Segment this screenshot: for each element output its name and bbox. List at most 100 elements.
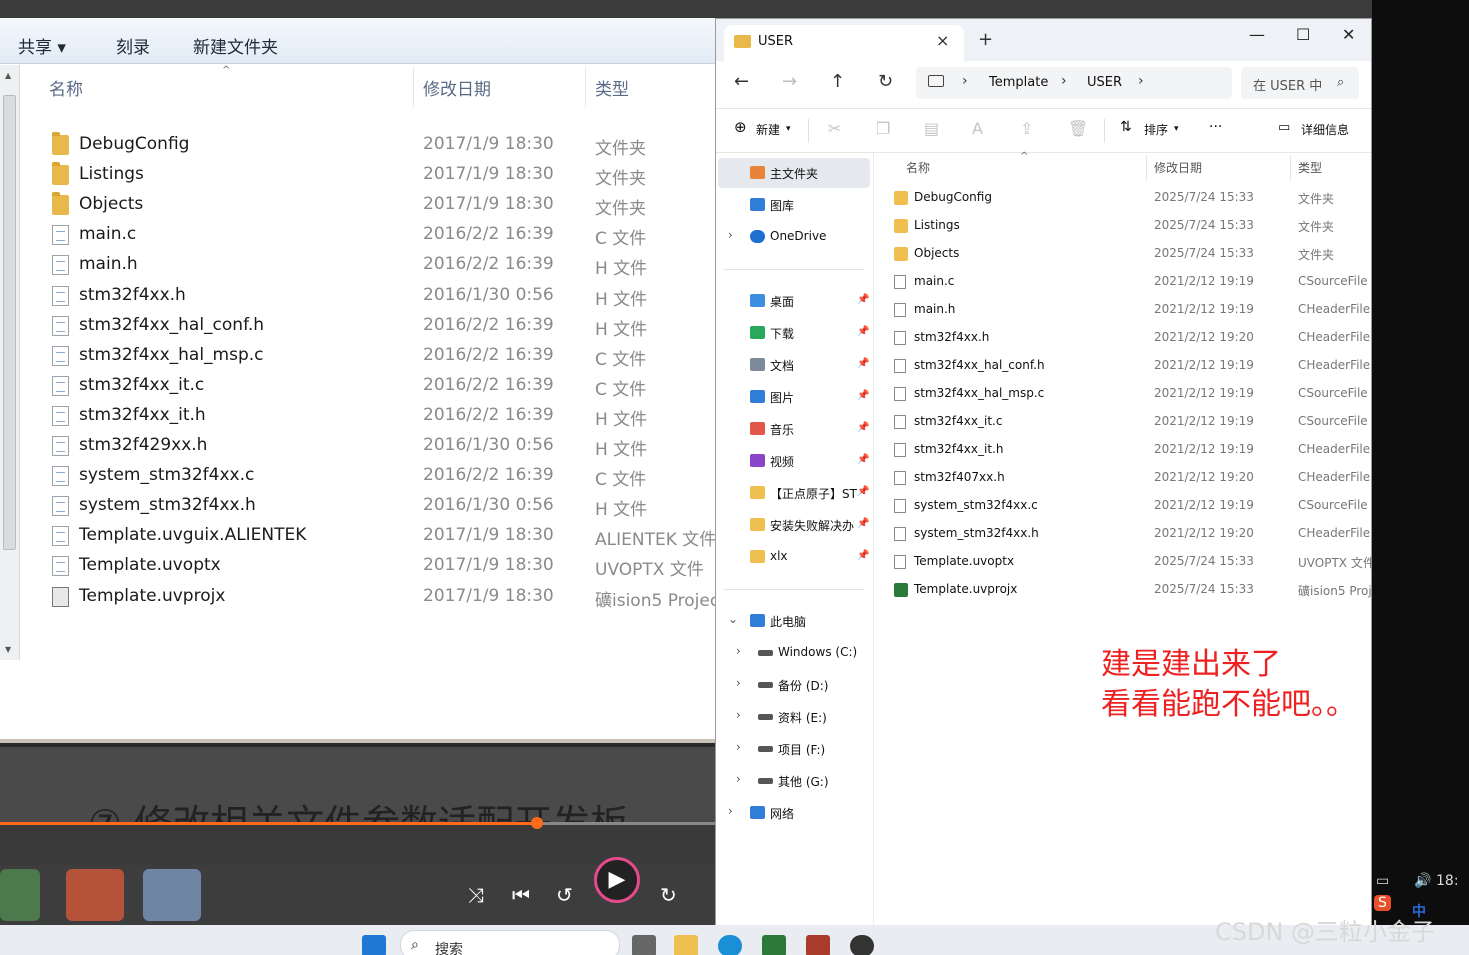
pin-icon[interactable]: 📌 [857, 454, 869, 465]
delete-icon[interactable]: 🗑 [1068, 119, 1088, 138]
drive-item[interactable]: › 其他 (G:) [716, 766, 874, 796]
minimize-icon[interactable]: — [1249, 25, 1265, 44]
quick-access-item[interactable]: 下载 📌 [716, 318, 874, 348]
drive-item[interactable]: › Windows (C:) [716, 638, 874, 668]
quick-access-item[interactable]: 【正点原子】ST 📌 [716, 478, 874, 508]
pin-icon[interactable]: 📌 [857, 486, 869, 497]
col-type[interactable]: 类型 [1298, 159, 1322, 176]
file-row[interactable]: DebugConfig 2025/7/24 15:33 文件夹 [890, 184, 1371, 212]
file-explorer-icon[interactable] [674, 935, 698, 955]
clock[interactable]: 18: [1436, 873, 1459, 889]
file-row[interactable]: stm32f4xx_hal_conf.h 2021/2/12 19:19 CHe… [890, 352, 1371, 380]
drive-item[interactable]: › 资料 (E:) [716, 702, 874, 732]
drive-item[interactable]: › 项目 (F:) [716, 734, 874, 764]
tab-user[interactable]: USER × [724, 25, 964, 61]
volume-icon[interactable]: 🔊 [1414, 873, 1431, 889]
search-box[interactable]: 在 USER 中 ⌕ [1241, 67, 1359, 99]
chevron-down-icon[interactable]: ▾ [1174, 124, 1179, 134]
old-file-row[interactable]: stm32f429xx.h 2016/1/30 0:56 H 文件 [48, 431, 716, 461]
quick-access-item[interactable]: 安装失败解决办 📌 [716, 510, 874, 540]
details-button[interactable]: 详细信息 [1301, 121, 1349, 138]
up-icon[interactable]: ↑ [830, 71, 845, 92]
pin-icon[interactable]: 📌 [857, 518, 869, 529]
pin-icon[interactable]: 📌 [857, 550, 869, 561]
pin-icon[interactable]: 📌 [857, 422, 869, 433]
quick-access-item[interactable]: 音乐 📌 [716, 414, 874, 444]
breadcrumb-template[interactable]: Template [989, 75, 1048, 90]
drive-item[interactable]: › 备份 (D:) [716, 670, 874, 700]
col-date[interactable]: 修改日期 [1154, 159, 1202, 176]
share-icon[interactable]: ⇪ [1020, 119, 1033, 138]
old-file-row[interactable]: Listings 2017/1/9 18:30 文件夹 [48, 160, 716, 190]
maximize-icon[interactable]: ☐ [1296, 25, 1310, 44]
chevron-down-icon[interactable]: ▾ [786, 124, 791, 134]
add-tab-icon[interactable]: + [978, 29, 993, 50]
old-file-row[interactable]: DebugConfig 2017/1/9 18:30 文件夹 [48, 130, 716, 160]
nav-item-home[interactable]: 主文件夹 [716, 158, 874, 188]
nav-item-gallery[interactable]: 图库 [716, 190, 874, 220]
scroll-down-icon[interactable]: ▼ [5, 645, 11, 654]
old-col-type[interactable]: 类型 [595, 75, 629, 100]
old-file-row[interactable]: system_stm32f4xx.h 2016/1/30 0:56 H 文件 [48, 491, 716, 521]
old-file-row[interactable]: system_stm32f4xx.c 2016/2/2 16:39 C 文件 [48, 461, 716, 491]
monitor-icon[interactable]: ▭ [1376, 873, 1389, 889]
quick-access-item[interactable]: 视频 📌 [716, 446, 874, 476]
old-col-name[interactable]: 名称 [49, 75, 83, 100]
progress-knob[interactable] [531, 817, 543, 829]
explorer-icon[interactable] [143, 869, 201, 921]
old-file-row[interactable]: Template.uvguix.ALIENTEK 2017/1/9 18:30 … [48, 521, 716, 551]
old-file-row[interactable]: Objects 2017/1/9 18:30 文件夹 [48, 190, 716, 220]
shuffle-icon[interactable]: ⤨ [468, 883, 484, 907]
file-row[interactable]: stm32f4xx_it.h 2021/2/12 19:19 CHeaderFi… [890, 436, 1371, 464]
sort-button[interactable]: 排序 [1144, 121, 1168, 138]
more-button[interactable]: ··· [1209, 119, 1222, 135]
paste-icon[interactable]: ▤ [924, 119, 939, 138]
edge-icon[interactable] [718, 935, 742, 955]
cut-icon[interactable]: ✂ [828, 119, 841, 138]
pin-icon[interactable]: 📌 [857, 358, 869, 369]
old-file-row[interactable]: Template.uvprojx 2017/1/9 18:30 礦ision5 … [48, 582, 716, 612]
keil-icon[interactable] [762, 935, 786, 955]
sogou-icon[interactable]: S [1374, 895, 1391, 911]
quick-access-item[interactable]: 图片 📌 [716, 382, 874, 412]
nav-item-network[interactable]: › 网络 [716, 798, 874, 828]
old-col-date[interactable]: 修改日期 [423, 75, 491, 100]
start-icon[interactable] [362, 935, 386, 955]
old-file-row[interactable]: main.c 2016/2/2 16:39 C 文件 [48, 220, 716, 250]
pin-icon[interactable]: 📌 [857, 294, 869, 305]
forward-30-icon[interactable]: ↻ [660, 883, 677, 907]
col-name[interactable]: 名称 [906, 159, 930, 176]
file-row[interactable]: stm32f4xx_hal_msp.c 2021/2/12 19:19 CSou… [890, 380, 1371, 408]
close-tab-icon[interactable]: × [936, 31, 949, 50]
file-row[interactable]: system_stm32f4xx.c 2021/2/12 19:19 CSour… [890, 492, 1371, 520]
share-button[interactable]: 共享 ▾ [18, 33, 66, 58]
file-row[interactable]: stm32f4xx.h 2021/2/12 19:20 CHeaderFile [890, 324, 1371, 352]
old-file-row[interactable]: stm32f4xx_hal_msp.c 2016/2/2 16:39 C 文件 [48, 341, 716, 371]
chevron-right-icon[interactable]: › [736, 740, 741, 754]
quick-access-item[interactable]: 文档 📌 [716, 350, 874, 380]
old-file-row[interactable]: stm32f4xx.h 2016/1/30 0:56 H 文件 [48, 281, 716, 311]
new-folder-button[interactable]: 新建文件夹 [193, 33, 278, 58]
chevron-right-icon[interactable]: › [736, 644, 741, 658]
file-row[interactable]: Objects 2025/7/24 15:33 文件夹 [890, 240, 1371, 268]
scroll-up-icon[interactable]: ▲ [5, 71, 11, 80]
file-row[interactable]: Template.uvprojx 2025/7/24 15:33 礦ision5… [890, 576, 1371, 604]
back-icon[interactable]: ← [734, 71, 749, 92]
chevron-right-icon[interactable]: › [736, 772, 741, 786]
player-icon[interactable] [850, 935, 874, 955]
file-row[interactable]: system_stm32f4xx.h 2021/2/12 19:20 CHead… [890, 520, 1371, 548]
close-window-icon[interactable]: ✕ [1342, 25, 1355, 44]
forward-icon[interactable]: → [782, 71, 797, 92]
chevron-right-icon[interactable]: › [728, 228, 733, 242]
taskbar-search[interactable]: ⌕ 搜索 [400, 930, 620, 955]
file-row[interactable]: main.c 2021/2/12 19:19 CSourceFile [890, 268, 1371, 296]
quick-access-item[interactable]: 桌面 📌 [716, 286, 874, 316]
file-row[interactable]: stm32f407xx.h 2021/2/12 19:20 CHeaderFil… [890, 464, 1371, 492]
nav-item-this-pc[interactable]: ⌄ 此电脑 [716, 606, 874, 636]
archive-icon[interactable] [806, 935, 830, 955]
old-file-row[interactable]: Template.uvoptx 2017/1/9 18:30 UVOPTX 文件 [48, 551, 716, 581]
new-button[interactable]: 新建 [756, 121, 780, 138]
nav-item-onedrive[interactable]: › OneDrive [716, 222, 874, 252]
rewind-10-icon[interactable]: ↺ [556, 883, 573, 907]
breadcrumb-user[interactable]: USER [1087, 75, 1122, 90]
